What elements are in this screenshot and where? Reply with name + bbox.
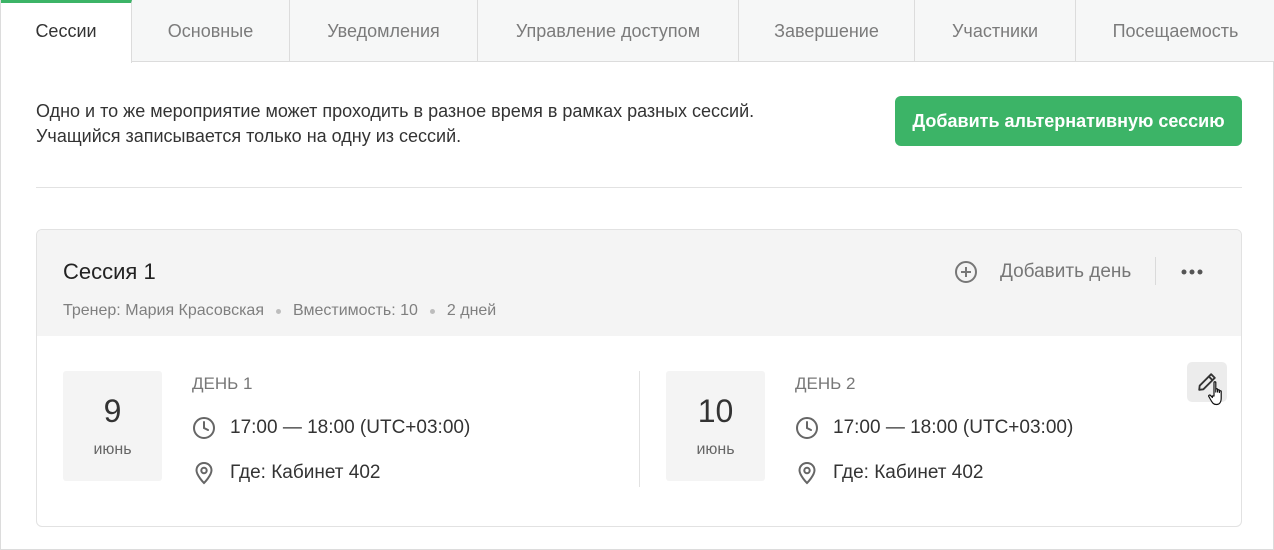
date-day-number: 9 [103,393,122,429]
app-frame: Сессии Основные Уведомления Управление д… [0,0,1274,550]
date-day-number: 10 [697,393,734,429]
clock-icon [795,416,819,440]
day-location-row: Где: Кабинет 402 [795,461,983,485]
day-time-row: 17:00 — 18:00 (UTC+03:00) [192,416,470,440]
day-location: Где: Кабинет 402 [833,462,984,483]
intro-description: Одно и то же мероприятие может проходить… [36,99,856,149]
session-day-2: 10 июнь ДЕНЬ 2 17:00 — 18:00 (UTC+03:00) [666,371,1186,485]
session-card: Сессия 1 Тренер: Мария Красовская Вмести… [36,229,1242,527]
day-time-row: 17:00 — 18:00 (UTC+03:00) [795,416,1073,440]
map-pin-icon [795,461,819,485]
clock-icon [192,416,216,440]
tab-sessions[interactable]: Сессии [1,0,132,63]
add-day-button[interactable]: Добавить день [954,257,1131,287]
tab-general[interactable]: Основные [132,0,290,62]
session-days-count: 2 дней [446,302,497,319]
date-box: 9 июнь [63,371,162,481]
tab-notifications[interactable]: Уведомления [290,0,478,62]
meta-separator-dot [429,308,435,314]
day-label: ДЕНЬ 1 [192,374,253,393]
more-horizontal-icon[interactable] [1177,260,1207,284]
session-title: Сессия 1 [63,259,156,284]
tab-bar: Сессии Основные Уведомления Управление д… [1,0,1274,63]
session-trainer: Тренер: Мария Красовская [63,302,264,319]
tab-participants[interactable]: Участники [915,0,1076,62]
map-pin-icon [192,461,216,485]
day-label: ДЕНЬ 2 [795,374,856,393]
date-month: июнь [93,441,132,458]
header-separator [1155,257,1156,285]
tab-completion[interactable]: Завершение [739,0,915,62]
day-location: Где: Кабинет 402 [230,462,381,483]
date-box: 10 июнь [666,371,765,481]
date-month: июнь [696,441,735,458]
session-header: Сессия 1 Тренер: Мария Красовская Вмести… [37,230,1241,336]
day-column-separator [639,371,640,487]
day-location-row: Где: Кабинет 402 [192,461,380,485]
session-day-1: 9 июнь ДЕНЬ 1 17:00 — 18:00 (UTC+03:00) [63,371,623,485]
add-alternative-session-button[interactable]: Добавить альтернативную сессию [895,96,1242,146]
intro-line-2: Учащийся записывается только на одну из … [36,126,462,146]
intro-line-1: Одно и то же мероприятие может проходить… [36,101,755,121]
add-day-label: Добавить день [1000,261,1132,282]
hand-cursor-icon [1207,380,1229,408]
tab-attendance[interactable]: Посещаемость [1076,0,1274,62]
plus-circle-icon [954,260,978,284]
meta-separator-dot [275,308,281,314]
tab-access-control[interactable]: Управление доступом [478,0,739,62]
session-capacity: Вместимость: 10 [292,302,418,319]
section-divider [36,187,1242,188]
session-meta: Тренер: Мария Красовская Вместимость: 10… [63,302,496,320]
day-time: 17:00 — 18:00 (UTC+03:00) [833,417,1074,438]
day-time: 17:00 — 18:00 (UTC+03:00) [230,417,471,438]
